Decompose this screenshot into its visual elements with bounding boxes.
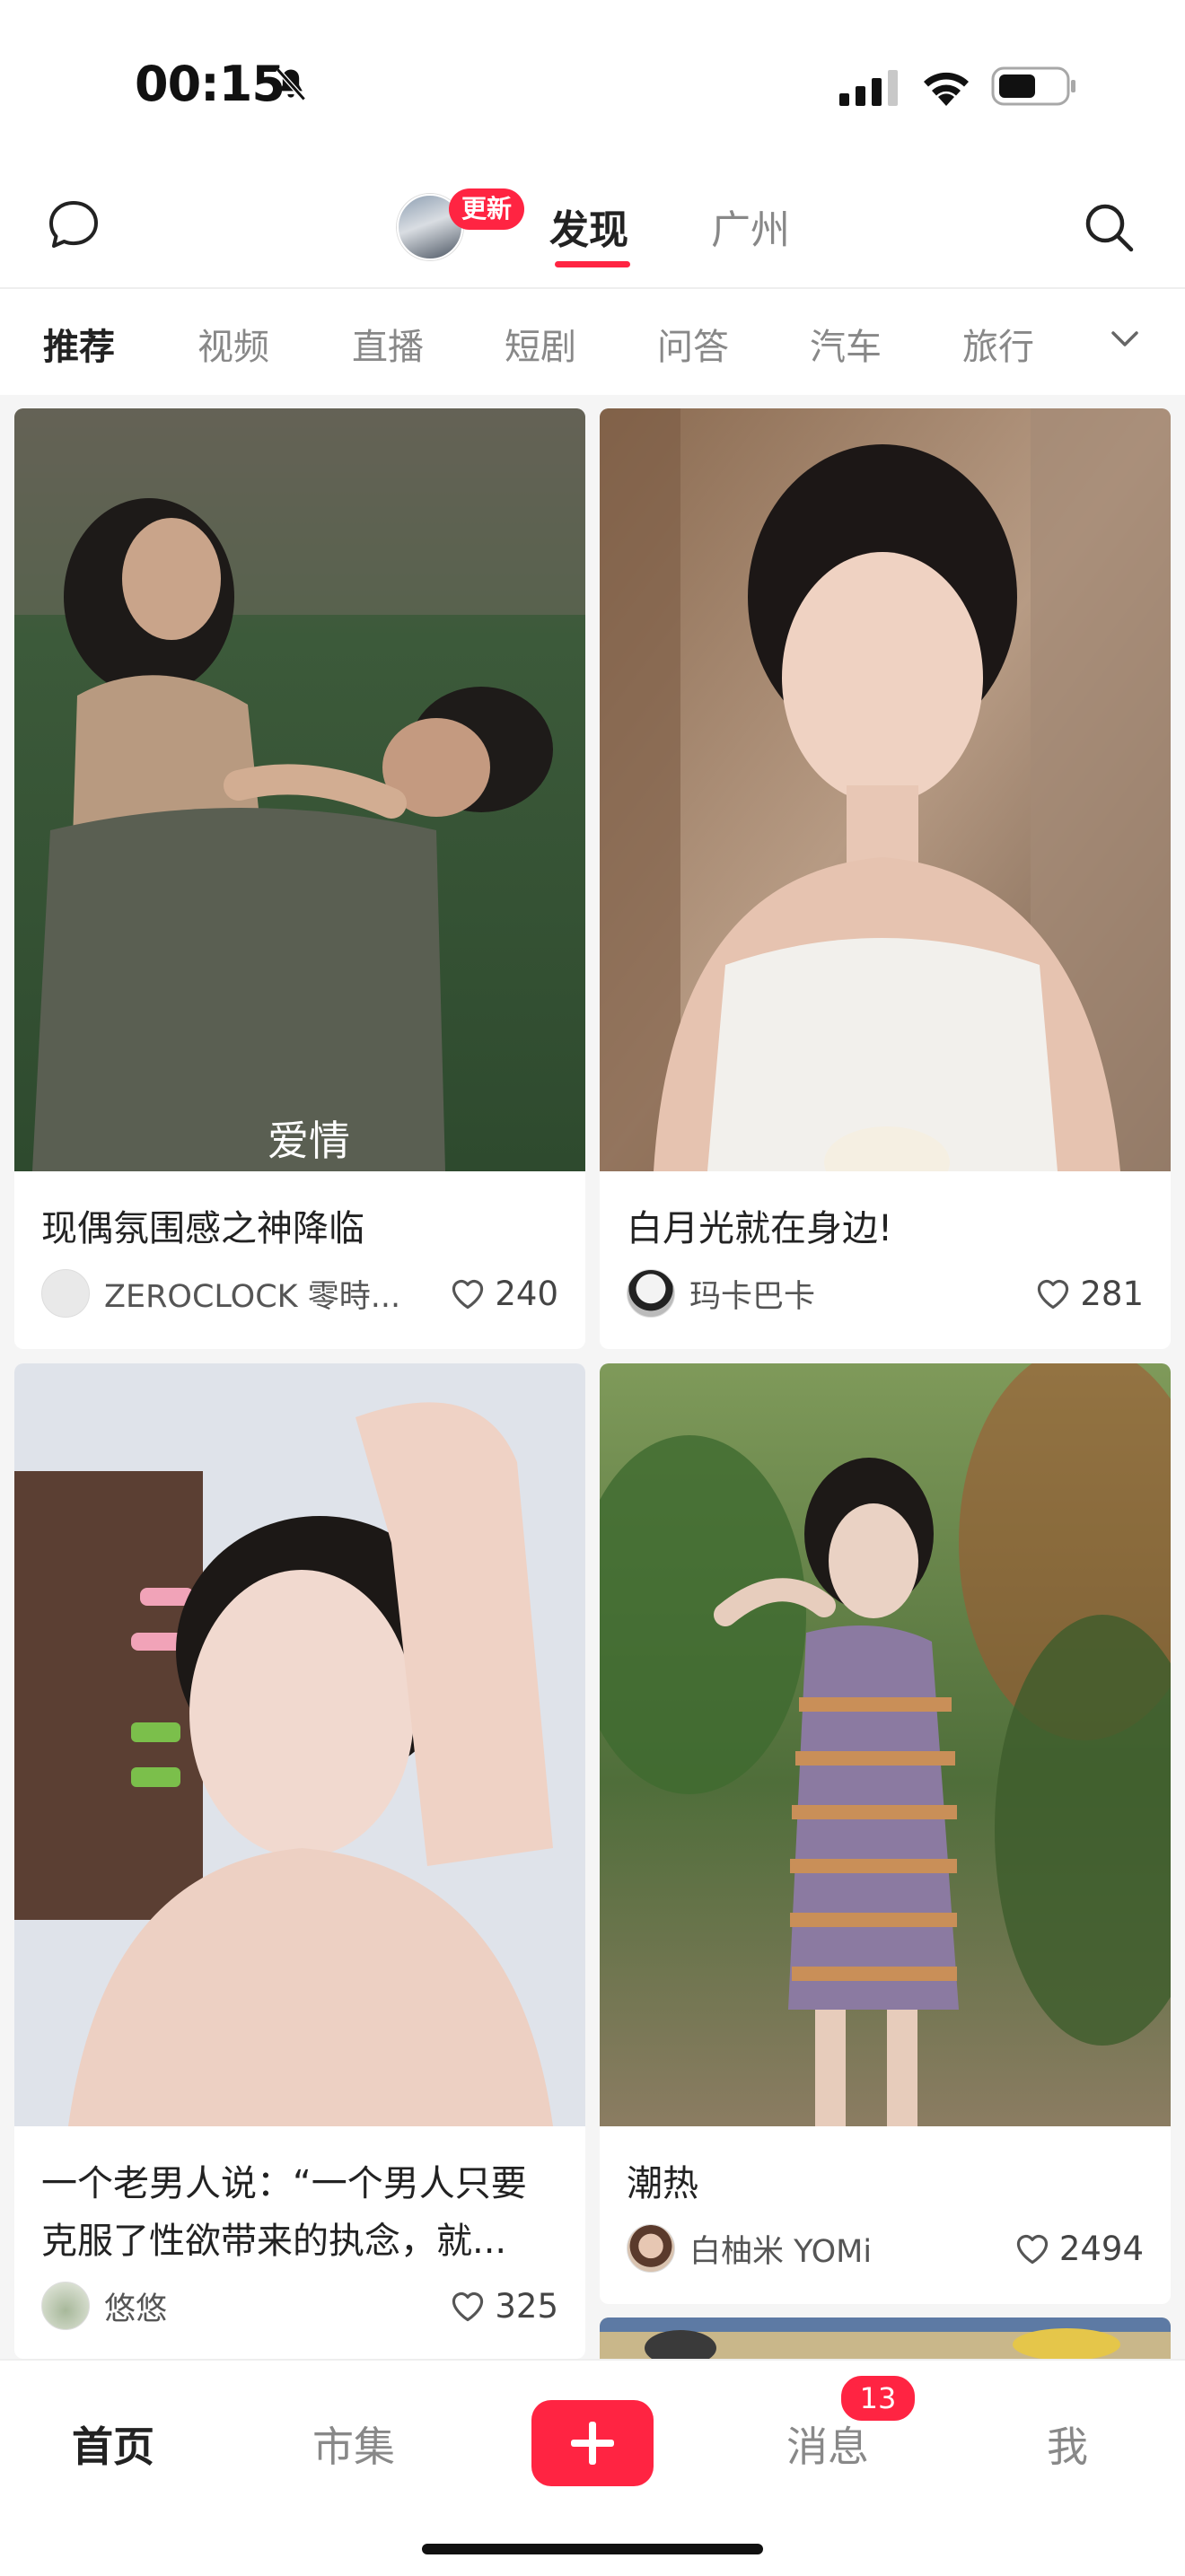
post-author[interactable]: 玛卡巴卡	[627, 1268, 1004, 1319]
author-name: ZEROCLOCK 零時...	[104, 1278, 401, 1315]
category-recommend[interactable]: 推荐	[43, 318, 115, 370]
author-name: 悠悠	[104, 2291, 168, 2327]
tab-discover[interactable]: 发现	[549, 197, 628, 255]
avatar	[41, 2282, 90, 2330]
avatar	[627, 2224, 675, 2273]
create-post-button[interactable]	[531, 2400, 654, 2486]
post-title-line-2: 克服了性欲带来的执念，就...	[41, 2221, 507, 2262]
status-time: 00:15	[135, 56, 285, 112]
wifi-icon	[924, 72, 969, 106]
like-count: 2494	[1058, 2229, 1144, 2268]
heart-icon	[452, 1280, 484, 1310]
home-indicator	[422, 2544, 763, 2554]
bell-off-icon	[276, 67, 306, 101]
category-auto[interactable]: 汽车	[810, 318, 882, 370]
author-name: 玛卡巴卡	[689, 1278, 816, 1315]
avatar	[41, 1269, 90, 1318]
chat-bubble-icon[interactable]	[47, 197, 101, 251]
post-title: 潮热	[627, 2163, 698, 2204]
update-badge: 更新	[449, 188, 525, 230]
tab-city[interactable]: 广州	[711, 197, 790, 255]
post-title-line-1: 一个老男人说：“一个男人只要	[41, 2163, 527, 2204]
feed-card[interactable]	[600, 2318, 1171, 2359]
post-image	[600, 1363, 1171, 2126]
tab-messages[interactable]: 消息	[786, 2414, 869, 2474]
category-short-drama[interactable]: 短剧	[505, 318, 576, 370]
tab-me[interactable]: 我	[1047, 2414, 1088, 2474]
messages-count-badge: 13	[838, 2373, 917, 2423]
plus-icon	[571, 2422, 614, 2465]
like-button[interactable]: 325	[448, 2281, 558, 2331]
battery-icon	[991, 66, 1075, 106]
category-live[interactable]: 直播	[352, 318, 424, 370]
heart-icon	[1038, 1280, 1069, 1310]
active-tab-indicator	[555, 261, 630, 267]
category-bar: 推荐 视频 直播 短剧 问答 汽车 旅行	[0, 289, 1185, 395]
feed-card[interactable]: 潮热 白柚米 YOMi 2494	[600, 1363, 1171, 2304]
tab-home[interactable]: 首页	[72, 2414, 154, 2474]
feed-card[interactable]: 白月光就在身边! 玛卡巴卡 281	[600, 408, 1171, 1349]
like-count: 325	[495, 2286, 558, 2326]
post-title: 白月光就在身边!	[627, 1208, 893, 1249]
image-overlay-text: 爱情	[268, 1117, 350, 1165]
heart-icon	[1016, 2235, 1048, 2265]
post-title: 现偶氛围感之神降临	[41, 1208, 364, 1249]
category-qa[interactable]: 问答	[657, 318, 729, 370]
avatar	[627, 1269, 675, 1318]
like-button[interactable]: 240	[448, 1268, 558, 1319]
search-icon[interactable]	[1081, 199, 1137, 255]
cellular-signal-icon	[839, 70, 898, 106]
status-bar: 00:15	[0, 0, 1185, 171]
bottom-tab-bar: 首页 市集 消息 13 我	[0, 2359, 1185, 2576]
like-button[interactable]: 281	[1033, 1268, 1144, 1319]
tab-market[interactable]: 市集	[312, 2414, 395, 2474]
like-count: 240	[495, 1274, 558, 1313]
chevron-down-icon[interactable]	[1102, 316, 1147, 361]
top-nav: 更新 发现 广州	[0, 171, 1185, 289]
like-button[interactable]: 2494	[1013, 2223, 1144, 2274]
post-author[interactable]: 白柚米 YOMi	[627, 2223, 1004, 2274]
post-image	[14, 1363, 585, 2126]
category-video[interactable]: 视频	[198, 318, 269, 370]
post-author[interactable]: 悠悠	[41, 2281, 418, 2331]
author-name: 白柚米 YOMi	[689, 2233, 873, 2270]
category-travel[interactable]: 旅行	[962, 318, 1034, 370]
like-count: 281	[1080, 1274, 1144, 1313]
post-image	[14, 408, 585, 1171]
feed-card[interactable]: 爱情 现偶氛围感之神降临 ZEROCLOCK 零時... 240	[14, 408, 585, 1349]
feed-card[interactable]: 一个老男人说：“一个男人只要 克服了性欲带来的执念，就... 悠悠 325	[14, 1363, 585, 2359]
post-author[interactable]: ZEROCLOCK 零時...	[41, 1268, 418, 1319]
post-image	[600, 408, 1171, 1171]
post-image	[600, 2318, 1171, 2359]
heart-icon	[452, 2292, 484, 2322]
